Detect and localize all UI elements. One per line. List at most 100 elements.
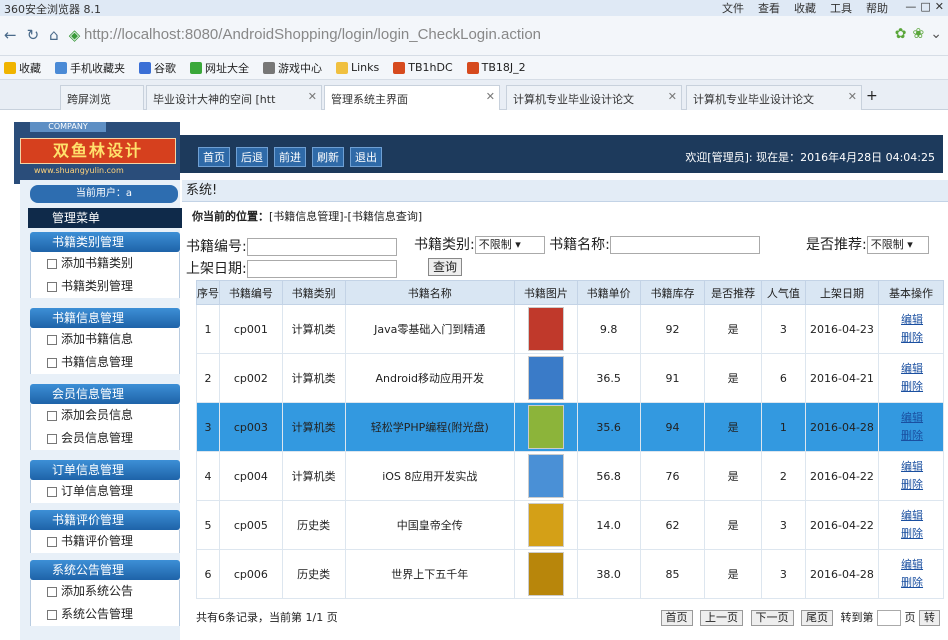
delete-link[interactable]: 删除: [881, 525, 943, 543]
query-button[interactable]: 查询: [428, 258, 463, 276]
book-image-cell: [514, 402, 578, 452]
go-button[interactable]: 转: [919, 610, 940, 626]
close-icon[interactable]: ✕: [668, 90, 677, 103]
delete-link[interactable]: 删除: [881, 329, 943, 347]
book-cover-image[interactable]: [527, 307, 564, 351]
date-input[interactable]: [246, 260, 397, 278]
back-button[interactable]: 后退: [236, 147, 268, 167]
table-cell: 中国皇帝全传: [344, 500, 516, 550]
reload-icon[interactable]: ↻: [27, 26, 40, 44]
next-page-button[interactable]: 下一页: [750, 610, 794, 626]
sidebar-item[interactable]: 书籍评价管理: [30, 530, 180, 553]
leaf-icon[interactable]: ❀: [913, 26, 925, 42]
url-field[interactable]: http://localhost:8080/AndroidShopping/lo…: [84, 26, 541, 43]
book-cover-image[interactable]: [527, 405, 564, 449]
sidebar-item[interactable]: 书籍类别管理: [30, 275, 180, 298]
menu-tools[interactable]: 工具: [830, 0, 852, 16]
bookmark-item[interactable]: TB1hDC: [393, 61, 453, 74]
tab-thesis-2[interactable]: 计算机专业毕业设计论文 ✕: [686, 85, 862, 110]
maximize-icon[interactable]: □: [920, 0, 930, 13]
close-icon[interactable]: ✕: [935, 0, 944, 13]
recommend-select[interactable]: 不限制 ▾: [866, 236, 929, 254]
table-cell: 2016-04-23: [804, 304, 880, 354]
close-icon[interactable]: ✕: [848, 90, 857, 103]
first-page-button[interactable]: 首页: [660, 610, 693, 626]
table-cell: 是: [704, 451, 762, 501]
sidebar-item[interactable]: 添加书籍信息: [30, 328, 180, 351]
book-no-input[interactable]: [246, 238, 397, 256]
table-cell: Android移动应用开发: [344, 353, 516, 403]
book-cover-image[interactable]: [527, 454, 564, 498]
menu-fav[interactable]: 收藏: [794, 0, 816, 16]
delete-link[interactable]: 删除: [881, 378, 943, 396]
group-header[interactable]: 订单信息管理: [30, 460, 180, 480]
book-cover-image[interactable]: [527, 356, 564, 400]
table-cell: cp001: [219, 304, 283, 354]
group-header[interactable]: 书籍评价管理: [30, 510, 180, 530]
bookmark-item[interactable]: Links: [336, 61, 379, 74]
tab-cross-screen[interactable]: 跨屏浏览: [60, 85, 144, 110]
sidebar-item[interactable]: 添加会员信息: [30, 404, 180, 427]
date-label: 上架日期:: [186, 261, 247, 277]
bookmark-item[interactable]: 谷歌: [139, 60, 176, 76]
refresh-button[interactable]: 刷新: [312, 147, 344, 167]
url-path: :8080/AndroidShopping/login/login_CheckL…: [180, 26, 542, 43]
book-image-cell: [514, 304, 578, 354]
group-header[interactable]: 书籍信息管理: [30, 308, 180, 328]
edit-link[interactable]: 编辑: [881, 556, 943, 574]
sidebar-item[interactable]: 系统公告管理: [30, 603, 180, 626]
sidebar-item[interactable]: 添加系统公告: [30, 580, 180, 603]
bookmark-item[interactable]: 收藏: [4, 60, 41, 76]
table-cell: 是: [704, 304, 762, 354]
tab-thesis-1[interactable]: 计算机专业毕业设计论文 ✕: [506, 85, 682, 110]
menu-file[interactable]: 文件: [722, 0, 744, 16]
back-icon[interactable]: ←: [4, 26, 17, 44]
group-header[interactable]: 书籍类别管理: [30, 232, 180, 252]
bookmark-item[interactable]: TB18J_2: [466, 61, 526, 74]
minimize-icon[interactable]: —: [905, 0, 916, 13]
tab-blog[interactable]: 毕业设计大神的空间 [htt ✕: [146, 85, 322, 110]
group-header[interactable]: 系统公告管理: [30, 560, 180, 580]
close-icon[interactable]: ✕: [308, 90, 317, 103]
book-cover-image[interactable]: [527, 503, 564, 547]
address-tools: ✿ ❀ ⌄: [895, 26, 942, 42]
new-tab-icon[interactable]: +: [866, 88, 878, 104]
forward-button[interactable]: 前进: [274, 147, 306, 167]
delete-link[interactable]: 删除: [881, 476, 943, 494]
close-icon[interactable]: ✕: [486, 90, 495, 103]
sidebar-item[interactable]: 会员信息管理: [30, 427, 180, 450]
table-cell: 76: [639, 451, 706, 501]
book-name-input[interactable]: [609, 236, 760, 254]
delete-link[interactable]: 删除: [881, 574, 943, 592]
book-type-select[interactable]: 不限制 ▾: [474, 236, 545, 254]
home-button[interactable]: 首页: [198, 147, 230, 167]
group-header[interactable]: 会员信息管理: [30, 384, 180, 404]
sidebar-item[interactable]: 书籍信息管理: [30, 351, 180, 374]
table-cell: 1: [760, 402, 806, 452]
bookmark-item[interactable]: 手机收藏夹: [55, 60, 125, 76]
book-cover-image[interactable]: [527, 552, 564, 596]
edit-link[interactable]: 编辑: [881, 360, 943, 378]
tab-admin[interactable]: 管理系统主界面 ✕: [324, 85, 500, 110]
sidebar-item[interactable]: 订单信息管理: [30, 480, 180, 503]
menu-help[interactable]: 帮助: [866, 0, 888, 16]
chevron-down-icon[interactable]: ⌄: [930, 26, 942, 42]
edit-link[interactable]: 编辑: [881, 311, 943, 329]
bookmark-item[interactable]: 网址大全: [190, 60, 249, 76]
home-icon[interactable]: ⌂: [49, 26, 59, 44]
logout-button[interactable]: 退出: [350, 147, 382, 167]
edit-link[interactable]: 编辑: [881, 507, 943, 525]
last-page-button[interactable]: 尾页: [801, 610, 833, 626]
prev-page-button[interactable]: 上一页: [700, 610, 743, 626]
bookmark-item[interactable]: 游戏中心: [263, 60, 322, 76]
col-header: 书籍单价: [576, 280, 641, 305]
table-cell: 56.8: [576, 451, 641, 501]
page-input[interactable]: [877, 610, 901, 626]
sidebar-item[interactable]: 添加书籍类别: [30, 252, 180, 275]
edit-link[interactable]: 编辑: [881, 458, 943, 476]
delete-link[interactable]: 删除: [881, 427, 943, 445]
menu-view[interactable]: 查看: [758, 0, 780, 16]
edit-link[interactable]: 编辑: [881, 409, 943, 427]
tab-strip: 跨屏浏览 毕业设计大神的空间 [htt ✕ 管理系统主界面 ✕ 计算机专业毕业设计论…: [0, 80, 948, 110]
extension-icon[interactable]: ✿: [895, 26, 907, 42]
